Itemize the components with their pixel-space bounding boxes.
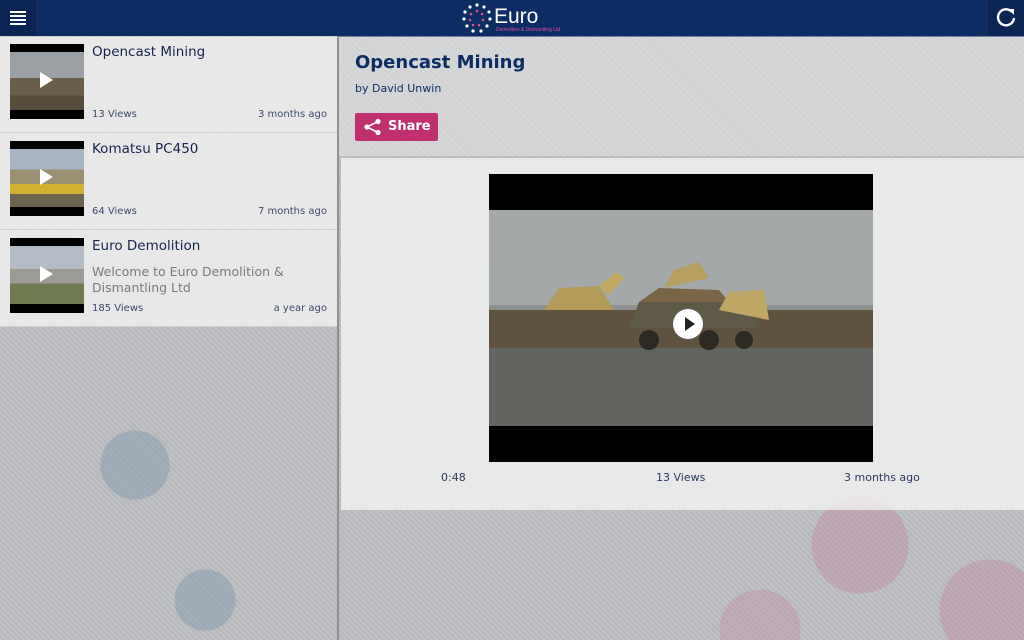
video-date: 3 months ago [844,471,920,484]
video-description: Welcome to Euro Demolition & Dismantling… [92,264,284,295]
video-date: 7 months ago [258,206,327,217]
list-item[interactable]: Komatsu PC450 64 Views 7 months ago [0,133,337,230]
app-logo: Euro Demolition & Dismantling Ltd [460,2,580,34]
list-item[interactable]: Euro Demolition Welcome to Euro Demoliti… [0,230,337,327]
top-app-bar: Euro Demolition & Dismantling Ltd [0,0,1024,37]
video-thumbnail [10,44,84,119]
hamburger-menu-icon[interactable] [0,0,36,36]
logo-text: Euro [494,5,539,28]
play-icon [40,266,53,282]
share-icon [364,118,381,136]
video-views: 185 Views [92,303,144,314]
video-detail-header: Opencast Mining by David Unwin Share [339,36,1024,156]
video-thumbnail [10,141,84,216]
video-views: 13 Views [92,109,137,120]
video-title: Euro Demolition [92,238,201,254]
video-list: Opencast Mining 13 Views 3 months ago Ko… [0,36,339,640]
share-button[interactable]: Share [355,113,438,141]
list-item[interactable]: Opencast Mining 13 Views 3 months ago [0,36,337,133]
video-player-panel: 0:48 13 Views 3 months ago [341,158,1024,510]
video-player[interactable] [489,174,873,462]
refresh-icon[interactable] [988,0,1024,36]
play-icon [40,169,53,185]
video-views: 64 Views [92,206,137,217]
page-title: Opencast Mining [355,52,526,73]
video-duration: 0:48 [441,471,466,484]
logo-subtitle: Demolition & Dismantling Ltd [496,27,561,33]
video-author: by David Unwin [355,82,442,95]
video-date: 3 months ago [258,109,327,120]
logo-dots-icon [462,3,492,33]
share-label: Share [388,119,431,134]
play-icon[interactable] [673,309,703,339]
video-title: Komatsu PC450 [92,141,199,157]
video-title: Opencast Mining [92,44,206,60]
video-thumbnail [10,238,84,313]
play-icon [40,72,53,88]
video-date: a year ago [273,303,327,314]
video-views: 13 Views [656,471,706,484]
